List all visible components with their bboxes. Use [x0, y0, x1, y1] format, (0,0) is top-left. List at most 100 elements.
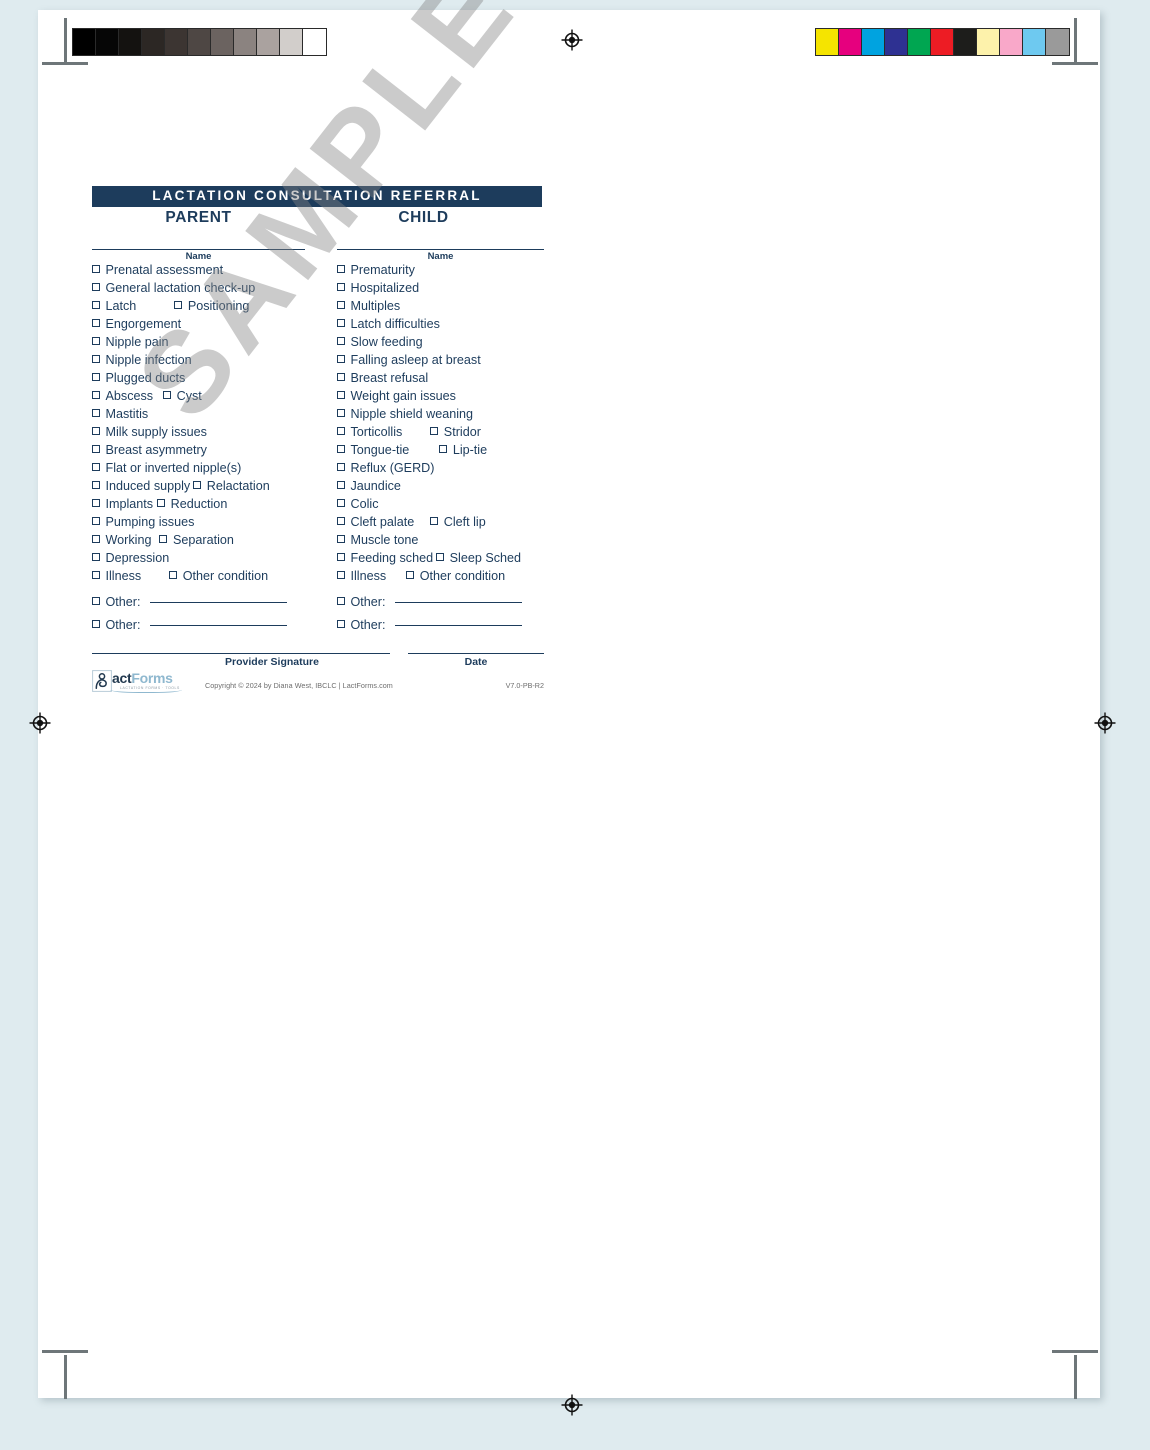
checklist-item[interactable]: General lactation check-up	[92, 281, 305, 299]
checkbox-icon[interactable]	[92, 499, 100, 507]
checklist-item-secondary[interactable]: Sleep Sched	[436, 551, 521, 565]
checklist-item[interactable]: Latch difficulties	[337, 317, 544, 335]
checklist-item[interactable]: Nipple infection	[92, 353, 305, 371]
checkbox-icon[interactable]	[430, 517, 438, 525]
checklist-item[interactable]: Muscle tone	[337, 533, 544, 551]
checkbox-icon[interactable]	[337, 337, 345, 345]
checkbox-icon[interactable]	[337, 553, 345, 561]
checkbox-icon[interactable]	[337, 445, 345, 453]
checklist-item[interactable]: Illness Other condition	[337, 569, 544, 587]
other-row[interactable]: Other:	[337, 595, 544, 618]
checkbox-icon[interactable]	[92, 283, 100, 291]
other-row-input[interactable]	[149, 601, 287, 603]
checklist-item[interactable]: Pumping issues	[92, 515, 305, 533]
checkbox-icon[interactable]	[337, 499, 345, 507]
checklist-item[interactable]: Mastitis	[92, 407, 305, 425]
other-row[interactable]: Other:	[337, 618, 544, 641]
checklist-item-secondary[interactable]: Cyst	[163, 389, 202, 403]
checkbox-icon[interactable]	[92, 391, 100, 399]
checklist-item[interactable]: Torticollis Stridor	[337, 425, 544, 443]
checklist-item[interactable]: Multiples	[337, 299, 544, 317]
checklist-item[interactable]: Nipple shield weaning	[337, 407, 544, 425]
other-row-input[interactable]	[149, 624, 287, 626]
checklist-item[interactable]: Plugged ducts	[92, 371, 305, 389]
checklist-item-secondary[interactable]: Relactation	[193, 479, 270, 493]
checkbox-icon[interactable]	[92, 427, 100, 435]
checkbox-icon[interactable]	[337, 301, 345, 309]
checklist-item-secondary[interactable]: Positioning	[174, 299, 249, 313]
checkbox-icon[interactable]	[337, 571, 345, 579]
checkbox-icon[interactable]	[337, 481, 345, 489]
checklist-item[interactable]: Falling asleep at breast	[337, 353, 544, 371]
checklist-item[interactable]: Abscess Cyst	[92, 389, 305, 407]
checkbox-icon[interactable]	[92, 517, 100, 525]
checkbox-icon[interactable]	[337, 620, 345, 628]
checklist-item-secondary[interactable]: Lip-tie	[439, 443, 487, 457]
other-row[interactable]: Other:	[92, 618, 305, 641]
checkbox-icon[interactable]	[92, 319, 100, 327]
checkbox-icon[interactable]	[159, 535, 167, 543]
other-row-input[interactable]	[394, 601, 522, 603]
checkbox-icon[interactable]	[193, 481, 201, 489]
checkbox-icon[interactable]	[337, 463, 345, 471]
checklist-item[interactable]: Milk supply issues	[92, 425, 305, 443]
checklist-item[interactable]: Latch Positioning	[92, 299, 305, 317]
checklist-item[interactable]: Weight gain issues	[337, 389, 544, 407]
checkbox-icon[interactable]	[92, 571, 100, 579]
checklist-item[interactable]: Breast asymmetry	[92, 443, 305, 461]
checkbox-icon[interactable]	[169, 571, 177, 579]
checkbox-icon[interactable]	[337, 517, 345, 525]
checkbox-icon[interactable]	[337, 535, 345, 543]
checklist-item-secondary[interactable]: Other condition	[406, 569, 505, 583]
checkbox-icon[interactable]	[92, 265, 100, 273]
checkbox-icon[interactable]	[337, 283, 345, 291]
checkbox-icon[interactable]	[337, 373, 345, 381]
checkbox-icon[interactable]	[92, 355, 100, 363]
checkbox-icon[interactable]	[337, 409, 345, 417]
checkbox-icon[interactable]	[92, 373, 100, 381]
checklist-item[interactable]: Jaundice	[337, 479, 544, 497]
checkbox-icon[interactable]	[92, 337, 100, 345]
checkbox-icon[interactable]	[174, 301, 182, 309]
checklist-item[interactable]: Prenatal assessment	[92, 263, 305, 281]
checklist-item[interactable]: Tongue-tie Lip-tie	[337, 443, 544, 461]
checkbox-icon[interactable]	[439, 445, 447, 453]
checkbox-icon[interactable]	[436, 553, 444, 561]
checklist-item[interactable]: Illness Other condition	[92, 569, 305, 587]
checklist-item[interactable]: Slow feeding	[337, 335, 544, 353]
checkbox-icon[interactable]	[92, 481, 100, 489]
checkbox-icon[interactable]	[337, 319, 345, 327]
checklist-item[interactable]: Induced supply Relactation	[92, 479, 305, 497]
checklist-item[interactable]: Reflux (GERD)	[337, 461, 544, 479]
other-row[interactable]: Other:	[92, 595, 305, 618]
checkbox-icon[interactable]	[92, 553, 100, 561]
checkbox-icon[interactable]	[92, 620, 100, 628]
checkbox-icon[interactable]	[337, 265, 345, 273]
checklist-item-secondary[interactable]: Stridor	[430, 425, 481, 439]
checklist-item[interactable]: Cleft palate Cleft lip	[337, 515, 544, 533]
checklist-item[interactable]: Breast refusal	[337, 371, 544, 389]
checklist-item[interactable]: Depression	[92, 551, 305, 569]
checkbox-icon[interactable]	[92, 301, 100, 309]
checklist-item[interactable]: Colic	[337, 497, 544, 515]
checklist-item[interactable]: Implants Reduction	[92, 497, 305, 515]
other-row-input[interactable]	[394, 624, 522, 626]
checklist-item[interactable]: Hospitalized	[337, 281, 544, 299]
checkbox-icon[interactable]	[406, 571, 414, 579]
checklist-item[interactable]: Feeding sched Sleep Sched	[337, 551, 544, 569]
checklist-item-secondary[interactable]: Cleft lip	[430, 515, 486, 529]
checklist-item-secondary[interactable]: Other condition	[169, 569, 268, 583]
checklist-item[interactable]: Nipple pain	[92, 335, 305, 353]
checklist-item[interactable]: Working Separation	[92, 533, 305, 551]
checklist-item[interactable]: Flat or inverted nipple(s)	[92, 461, 305, 479]
checklist-item[interactable]: Prematurity	[337, 263, 544, 281]
checkbox-icon[interactable]	[337, 597, 345, 605]
checkbox-icon[interactable]	[92, 409, 100, 417]
checkbox-icon[interactable]	[337, 391, 345, 399]
checkbox-icon[interactable]	[163, 391, 171, 399]
checklist-item-secondary[interactable]: Reduction	[157, 497, 227, 511]
checkbox-icon[interactable]	[92, 445, 100, 453]
checklist-item[interactable]: Engorgement	[92, 317, 305, 335]
checkbox-icon[interactable]	[337, 427, 345, 435]
checkbox-icon[interactable]	[337, 355, 345, 363]
